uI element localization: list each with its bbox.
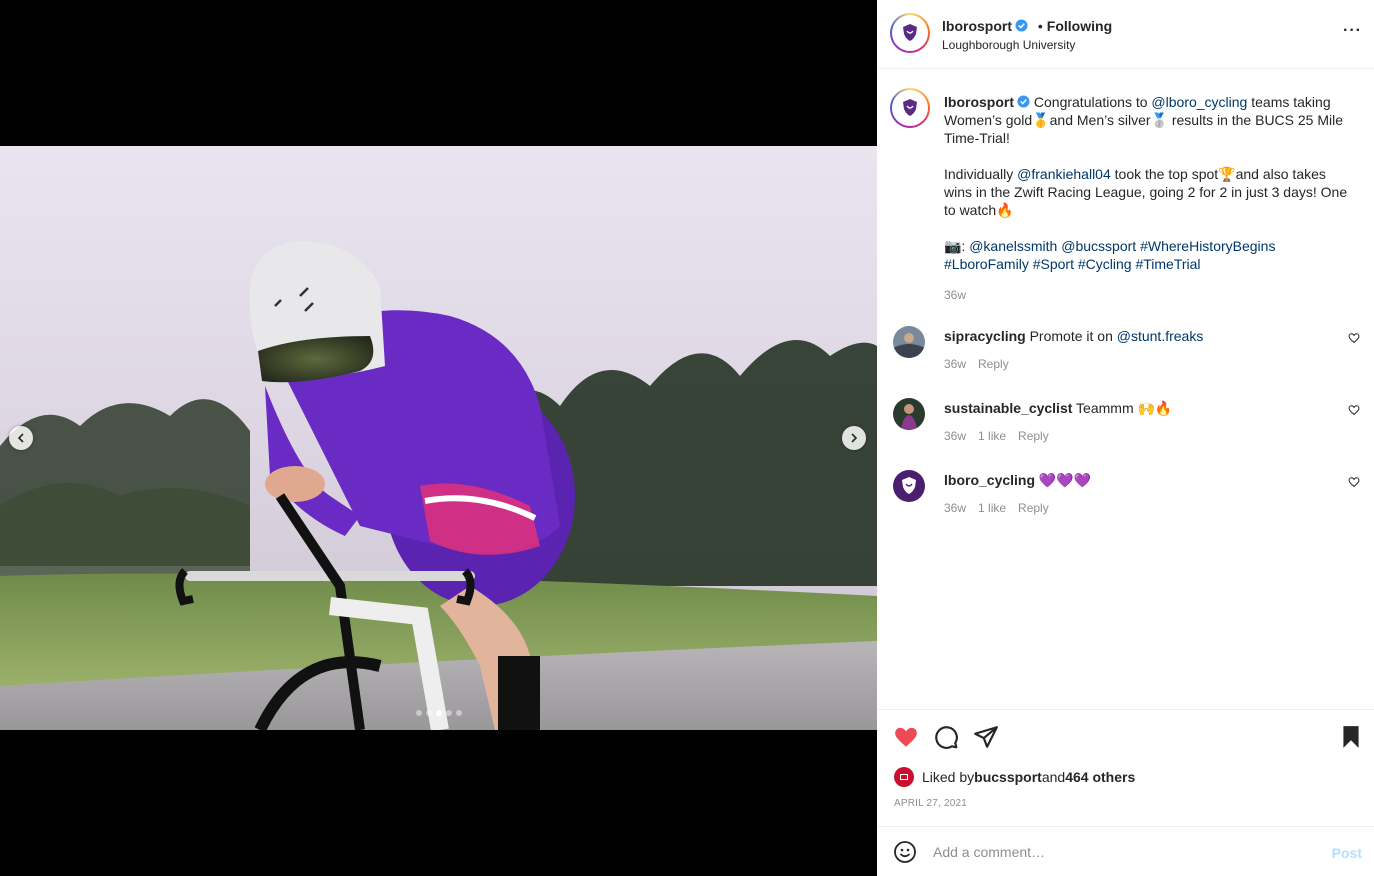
comment-meta: 36w 1 like Reply [944, 501, 1061, 515]
verified-badge-icon [1017, 95, 1030, 108]
bookmark-saved-icon[interactable] [1338, 724, 1364, 750]
location-link[interactable]: Loughborough University [942, 38, 1075, 52]
post-side-panel: lborosport • Following Loughborough Unive… [877, 0, 1374, 876]
hashtag-link[interactable]: #Sport [1033, 256, 1074, 272]
hashtag-link[interactable]: #LboroFamily [944, 256, 1029, 272]
caption-text: lborosport Congratulations to @lboro_cyc… [944, 93, 1354, 291]
reply-button[interactable]: Reply [1018, 429, 1049, 443]
comment-text: lboro_cycling 💜💜💜 [944, 471, 1324, 489]
comment-body: Teammm 🙌🔥 [1076, 400, 1173, 416]
post-actions: Liked by bucssport and 464 others APRIL … [877, 709, 1374, 826]
liked-by-prefix: Liked by [922, 769, 975, 785]
header-user-line: lborosport • Following [942, 18, 1112, 34]
post-date[interactable]: APRIL 27, 2021 [894, 798, 967, 809]
profile-avatar[interactable] [890, 13, 930, 53]
mention-link[interactable]: @lboro_cycling [1151, 94, 1247, 110]
comment-likes-count[interactable]: 1 like [978, 429, 1006, 443]
comment-input[interactable] [933, 840, 1313, 864]
following-button[interactable]: Following [1047, 18, 1112, 34]
comment-like-heart-icon[interactable] [1348, 476, 1360, 488]
bucs-logo-icon [900, 774, 908, 780]
reply-button[interactable]: Reply [978, 357, 1009, 371]
commenter-avatar[interactable] [893, 398, 925, 430]
post-photo[interactable] [0, 146, 877, 730]
carousel-dot [455, 710, 462, 716]
mention-link[interactable]: @kanelssmith [969, 238, 1057, 254]
chevron-right-icon [851, 433, 858, 443]
chevron-left-icon [17, 433, 24, 443]
liked-by-and: and [1041, 769, 1066, 785]
comment-time[interactable]: 36w [944, 357, 966, 371]
comment-body: 💜💜💜 [1038, 472, 1092, 488]
hashtag-link[interactable]: #Cycling [1078, 256, 1132, 272]
liker-avatar[interactable] [894, 767, 914, 787]
caption-username[interactable]: lborosport [944, 94, 1014, 110]
comment-text: sipracycling Promote it on @stunt.freaks [944, 327, 1324, 345]
header-username[interactable]: lborosport [942, 18, 1012, 34]
mention-link[interactable]: @frankiehall04 [1017, 166, 1111, 182]
lboro-shield-logo-icon [903, 24, 917, 41]
comment-like-heart-icon[interactable] [1348, 332, 1360, 344]
caption-timestamp[interactable]: 36w [944, 288, 966, 302]
carousel-dot [415, 710, 422, 716]
mention-link[interactable]: @stunt.freaks [1117, 328, 1204, 344]
comment-likes-count[interactable]: 1 like [978, 501, 1006, 515]
comment-text: sustainable_cyclist Teammm 🙌🔥 [944, 399, 1324, 417]
comment-meta: 36w Reply [944, 357, 1021, 371]
lboro-shield-logo-icon [903, 99, 917, 116]
comment-username[interactable]: sustainable_cyclist [944, 400, 1072, 416]
media-pane [0, 0, 877, 876]
comment-time[interactable]: 36w [944, 501, 966, 515]
hashtag-link[interactable]: #TimeTrial [1135, 256, 1200, 272]
commenter-avatar[interactable] [893, 326, 925, 358]
next-photo-button[interactable] [842, 426, 866, 450]
carousel-dot [425, 710, 432, 716]
hashtag-link[interactable]: #WhereHistoryBegins [1140, 238, 1275, 254]
more-options-button[interactable]: ··· [1343, 22, 1362, 40]
commenter-avatar[interactable] [893, 470, 925, 502]
post-header: lborosport • Following Loughborough Unive… [877, 0, 1374, 69]
share-send-icon[interactable] [973, 724, 999, 750]
like-heart-icon[interactable] [893, 724, 919, 750]
comment-bubble-icon[interactable] [933, 724, 959, 750]
liked-by-line: Liked by bucssport and 464 others [894, 767, 1135, 787]
comment-item: sipracycling Promote it on @stunt.freaks… [890, 326, 1360, 382]
post-comment-button[interactable]: Post [1332, 845, 1362, 861]
comment-time[interactable]: 36w [944, 429, 966, 443]
carousel-dots [0, 710, 877, 716]
mention-link[interactable]: @bucssport [1061, 238, 1136, 254]
comment-body: Promote it on [1029, 328, 1117, 344]
caption-avatar[interactable] [890, 88, 930, 128]
comment-item: sustainable_cyclist Teammm 🙌🔥 36w 1 like R… [890, 398, 1360, 454]
comment-item: lboro_cycling 💜💜💜 36w 1 like Reply [890, 470, 1360, 526]
instagram-post-modal: lborosport • Following Loughborough Unive… [0, 0, 1374, 876]
comment-username[interactable]: sipracycling [944, 328, 1026, 344]
verified-badge-icon [1015, 19, 1028, 32]
reply-button[interactable]: Reply [1018, 501, 1049, 515]
caption-text-segment: Individually [944, 166, 1018, 182]
comment-meta: 36w 1 like Reply [944, 429, 1061, 443]
liked-by-username[interactable]: bucssport [974, 769, 1042, 785]
caption-tags-paragraph: 📷: @kanelssmith @bucssport #WhereHistory… [944, 237, 1354, 273]
likes-count-button[interactable]: 464 others [1065, 769, 1135, 785]
carousel-dot [445, 710, 452, 716]
previous-photo-button[interactable] [9, 426, 33, 450]
follow-separator: • [1037, 18, 1043, 34]
emoji-smile-icon[interactable] [893, 840, 917, 864]
comment-like-heart-icon[interactable] [1348, 404, 1360, 416]
carousel-dot [435, 710, 442, 716]
add-comment-bar: Post [877, 826, 1374, 876]
caption-text-segment: Congratulations to [1033, 94, 1152, 110]
camera-credit-prefix: 📷: [944, 238, 970, 254]
comment-username[interactable]: lboro_cycling [944, 472, 1035, 488]
